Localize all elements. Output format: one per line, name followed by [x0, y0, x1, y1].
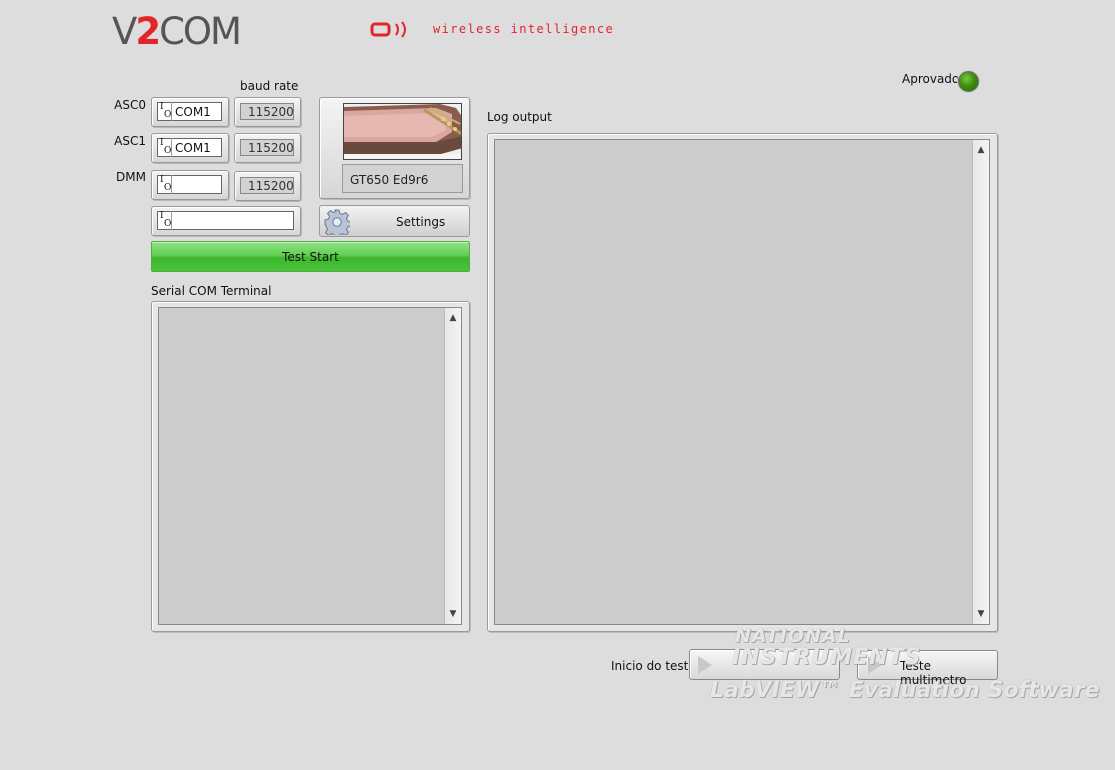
serial-terminal-scrollbar[interactable]: ▲ ▼	[444, 308, 461, 624]
gear-icon	[324, 209, 350, 235]
asc0-com-value: COM1	[175, 104, 211, 119]
dmm-com-selector[interactable]: IO	[151, 170, 229, 200]
aprovado-led-indicator	[958, 71, 979, 92]
tagline: wireless intelligence	[433, 22, 615, 36]
asc1-label: ASC1	[114, 134, 146, 148]
logo-text-2: 2	[135, 10, 161, 53]
dmm-baud-indicator: 115200	[234, 171, 301, 201]
log-output-frame: ▲ ▼	[487, 133, 998, 632]
visa-io-icon: IO	[160, 138, 172, 157]
play-icon	[868, 656, 882, 674]
serial-terminal-label: Serial COM Terminal	[151, 284, 272, 298]
teste-multimetro-button[interactable]: Teste multimetro	[857, 650, 998, 687]
asc0-com-selector[interactable]: I O COM1	[151, 97, 229, 127]
serial-terminal-textarea[interactable]: ▲ ▼	[158, 307, 462, 625]
asc1-com-value: COM1	[175, 140, 211, 155]
visa-io-icon: IO	[160, 175, 172, 194]
logo-text-v: V	[112, 10, 137, 53]
settings-label: Settings	[396, 215, 446, 229]
inicio-do-teste-label: Inicio do teste	[611, 659, 696, 673]
v2com-logo: V2COM	[112, 10, 242, 54]
asc0-baud-value: 115200	[240, 103, 294, 120]
log-output-textarea[interactable]: ▲ ▼	[494, 139, 990, 625]
asc0-label: ASC0	[114, 98, 146, 112]
baud-rate-label: baud rate	[240, 79, 299, 93]
asc0-baud-indicator: 115200	[234, 97, 301, 127]
device-panel: GT650 Ed9r6	[319, 97, 470, 199]
asc1-baud-value: 115200	[240, 139, 294, 156]
dmm-label: DMM	[116, 170, 146, 184]
visa-io-icon: IO	[160, 211, 172, 230]
aprovado-label: Aprovado	[902, 72, 960, 86]
log-output-scrollbar[interactable]: ▲ ▼	[972, 140, 989, 624]
inicio-do-teste-button[interactable]	[689, 649, 840, 680]
serial-terminal-frame: ▲ ▼	[151, 301, 470, 632]
scroll-up-arrow-icon[interactable]: ▲	[445, 310, 461, 326]
scroll-down-arrow-icon[interactable]: ▼	[445, 606, 461, 622]
device-board-image	[344, 104, 461, 159]
log-output-label: Log output	[487, 110, 552, 124]
teste-multimetro-label: Teste multimetro	[900, 659, 967, 687]
device-photo	[343, 103, 462, 160]
visa-io-icon: IO	[160, 102, 172, 121]
scroll-up-arrow-icon[interactable]: ▲	[973, 142, 989, 158]
settings-button[interactable]: Settings	[319, 205, 470, 237]
play-icon	[698, 656, 712, 674]
asc1-com-selector[interactable]: I O COM1	[151, 133, 229, 163]
scroll-down-arrow-icon[interactable]: ▼	[973, 606, 989, 622]
logo-text-com: COM	[159, 10, 242, 53]
test-start-button[interactable]: Test Start	[151, 241, 470, 272]
wireless-signal-icon	[370, 21, 406, 38]
asc1-baud-indicator: 115200	[234, 133, 301, 163]
dmm-baud-value: 115200	[240, 177, 294, 194]
extra-com-selector[interactable]: IO	[151, 206, 301, 236]
device-model-indicator: GT650 Ed9r6	[342, 164, 463, 193]
